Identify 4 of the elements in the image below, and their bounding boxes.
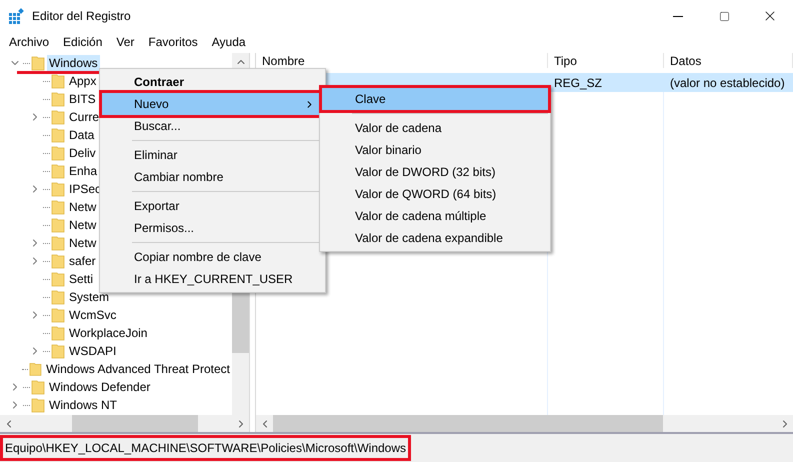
window-title: Editor del Registro <box>32 9 132 23</box>
table-cell-text: REG_SZ <box>553 76 604 90</box>
table-cell-text: (valor no establecido) <box>669 76 786 90</box>
status-path: Equipo\HKEY_LOCAL_MACHINE\SOFTWARE\Policies\Microsoft\Windows <box>4 440 408 457</box>
